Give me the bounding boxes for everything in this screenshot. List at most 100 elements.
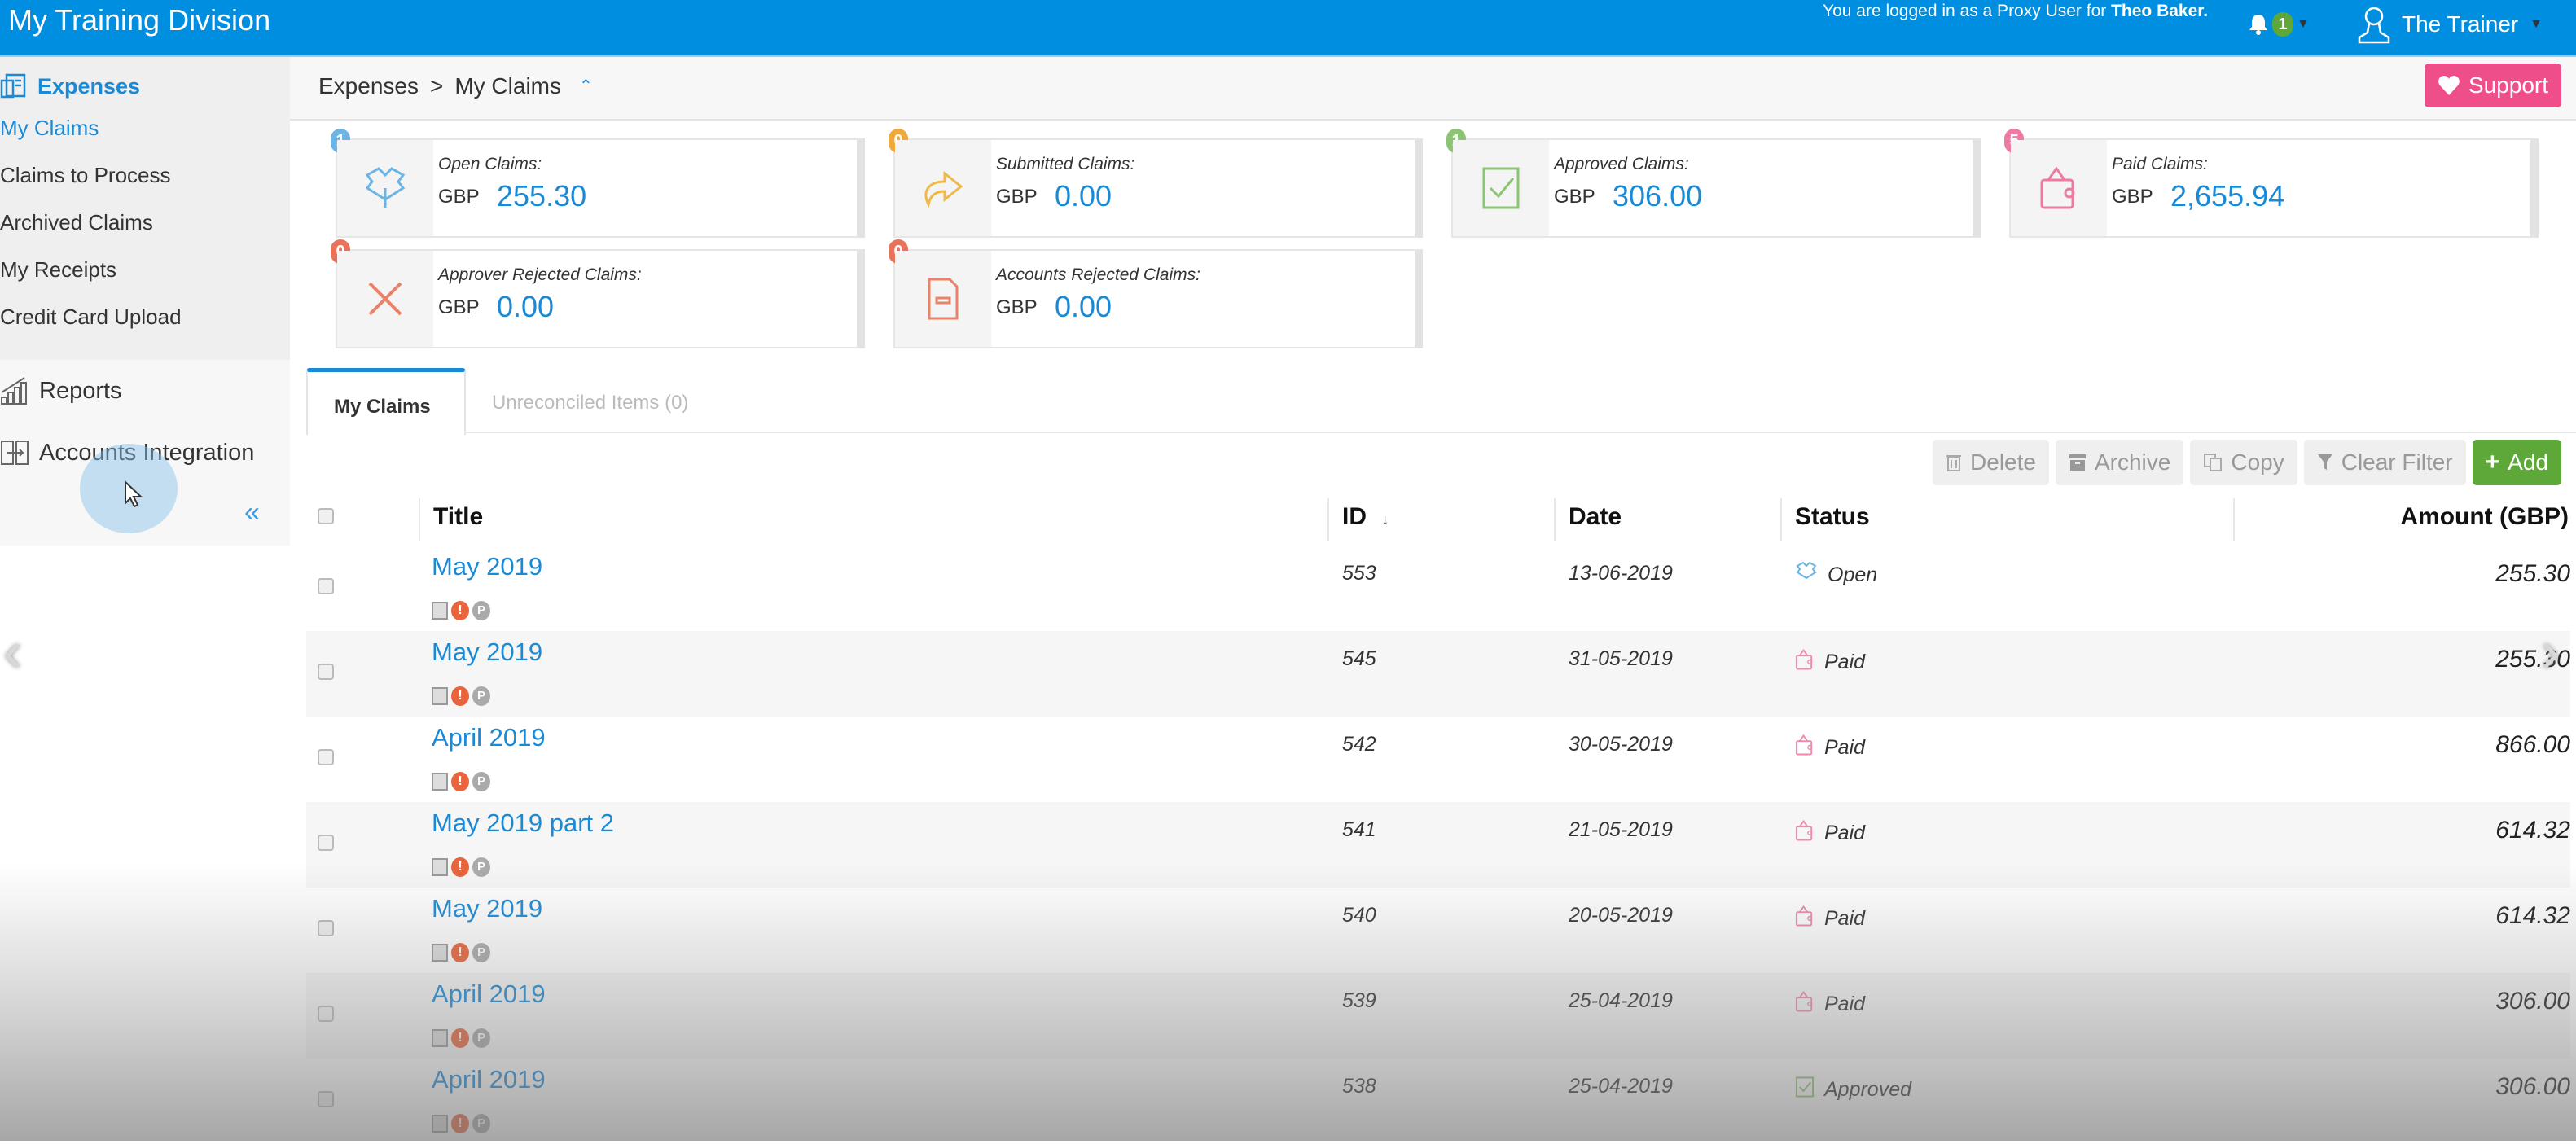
summary-card-paid[interactable]: 5 Paid Claims: GBP 2,655.94 <box>2004 129 2539 238</box>
copy-button[interactable]: Copy <box>2190 440 2297 485</box>
row-icons: ! P <box>432 772 490 791</box>
proxy-user-notice: You are logged in as a Proxy User for Th… <box>1823 2 2208 21</box>
status-label: Open <box>1828 563 1878 586</box>
card-currency: GBP <box>996 186 1038 208</box>
sidebar-item-credit-card-upload[interactable]: Credit Card Upload <box>0 293 290 340</box>
claim-title-link[interactable]: May 2019 <box>432 638 542 667</box>
policy-p-icon: P <box>472 1028 490 1048</box>
summary-card-accounts-rejected[interactable]: 0 Accounts Rejected Claims: GBP 0.00 <box>889 239 1423 348</box>
row-icons: ! P <box>432 943 490 962</box>
sidebar-item-reports[interactable]: Reports <box>0 360 290 422</box>
summary-card-submitted[interactable]: 0 Submitted Claims: GBP 0.00 <box>889 129 1423 238</box>
claim-title-link[interactable]: May 2019 <box>432 552 542 581</box>
sidebar-section-expenses[interactable]: Expenses <box>0 68 290 104</box>
claim-date: 20-05-2019 <box>1569 904 1673 927</box>
claim-id: 540 <box>1342 904 1376 927</box>
table-row[interactable]: May 2019 part 2 ! P 541 21-05-2019 Paid … <box>306 802 2570 888</box>
clear-filter-button[interactable]: Clear Filter <box>2303 440 2466 485</box>
tab-unreconciled-items[interactable]: Unreconciled Items (0) <box>466 368 714 433</box>
card-value: 0.00 <box>1055 179 1112 213</box>
wallet-icon <box>1795 647 1815 677</box>
table-row[interactable]: April 2019 ! P 542 30-05-2019 Paid 866.0… <box>306 717 2570 802</box>
claim-title-link[interactable]: May 2019 part 2 <box>432 809 614 838</box>
row-checkbox[interactable] <box>318 1091 334 1107</box>
row-checkbox[interactable] <box>318 835 334 851</box>
row-checkbox[interactable] <box>318 578 334 594</box>
card-label: Open Claims: <box>438 155 542 173</box>
column-status[interactable]: Status <box>1780 498 1870 541</box>
tab-my-claims[interactable]: My Claims <box>306 368 466 435</box>
claim-amount: 866.00 <box>2495 731 2570 758</box>
trash-icon <box>1946 455 1962 471</box>
archive-button[interactable]: Archive <box>2055 440 2184 485</box>
claim-amount: 306.00 <box>2495 1073 2570 1100</box>
claim-title-link[interactable]: May 2019 <box>432 894 542 923</box>
summary-card-approved[interactable]: 1 Approved Claims: GBP 306.00 <box>1446 129 1981 238</box>
chevron-double-up-icon[interactable]: ⌃ <box>579 73 593 99</box>
notifications-button[interactable]: 1 ▼ <box>2248 8 2313 41</box>
card-label: Accounts Rejected Claims: <box>996 265 1200 284</box>
wallet-icon <box>1795 904 1815 934</box>
table-toolbar: Delete Archive Copy Clear Filter + Add <box>1933 440 2561 485</box>
approved-check-icon <box>1795 1075 1815 1105</box>
table-row[interactable]: April 2019 ! P 539 25-04-2019 Paid 306.0… <box>306 973 2570 1059</box>
rejected-doc-icon <box>895 251 991 347</box>
next-arrow-icon[interactable]: › <box>2541 619 2560 684</box>
row-checkbox[interactable] <box>318 920 334 936</box>
user-menu[interactable]: The Trainer ▼ <box>2358 5 2543 44</box>
claim-title-link[interactable]: April 2019 <box>432 980 546 1009</box>
wallet-icon <box>1795 989 1815 1019</box>
support-label: Support <box>2468 72 2548 98</box>
summary-card-approver-rejected[interactable]: 0 Approver Rejected Claims: GBP 0.00 <box>331 239 865 348</box>
claim-status: Open <box>1795 561 1878 589</box>
sidebar-item-my-claims[interactable]: My Claims <box>0 104 290 151</box>
row-checkbox[interactable] <box>318 664 334 680</box>
sidebar-item-my-receipts[interactable]: My Receipts <box>0 246 290 293</box>
table-row[interactable]: April 2019 ! P 538 25-04-2019 Approved 3… <box>306 1059 2570 1144</box>
row-checkbox[interactable] <box>318 749 334 765</box>
breadcrumb-root[interactable]: Expenses <box>318 73 419 99</box>
breadcrumb-bar: Expenses > My Claims ⌃ Support <box>290 57 2576 121</box>
card-label: Approved Claims: <box>1554 155 1689 173</box>
add-button[interactable]: + Add <box>2472 440 2561 485</box>
row-checkbox[interactable] <box>318 1006 334 1022</box>
card-currency: GBP <box>438 186 480 208</box>
sidebar-item-archived-claims[interactable]: Archived Claims <box>0 199 290 246</box>
claim-title-link[interactable]: April 2019 <box>432 723 546 752</box>
collapse-sidebar-icon[interactable]: « <box>244 497 260 528</box>
previous-arrow-icon[interactable]: ‹ <box>3 619 22 684</box>
claim-status: Approved <box>1795 1075 1911 1105</box>
warning-icon: ! <box>451 1114 469 1133</box>
warning-icon: ! <box>451 857 469 877</box>
column-date[interactable]: Date <box>1554 498 1622 541</box>
delete-button[interactable]: Delete <box>1933 440 2049 485</box>
integration-icon <box>1 441 29 465</box>
table-row[interactable]: May 2019 ! P 553 13-06-2019 Open 255.30 <box>306 546 2570 631</box>
proxy-prefix: You are logged in as a Proxy User for <box>1823 2 2112 20</box>
policy-p-icon: P <box>472 686 490 706</box>
sidebar-item-claims-to-process[interactable]: Claims to Process <box>0 151 290 199</box>
summary-card-open[interactable]: 1 Open Claims: GBP 255.30 <box>331 129 865 238</box>
status-label: Paid <box>1824 822 1866 844</box>
tab-bar: My Claims Unreconciled Items (0) <box>306 368 2576 435</box>
claim-status: Paid <box>1795 647 1865 677</box>
copy-icon <box>2204 454 2223 471</box>
card-currency: GBP <box>996 296 1038 318</box>
claim-date: 31-05-2019 <box>1569 647 1673 670</box>
claim-date: 13-06-2019 <box>1569 562 1673 585</box>
policy-p-icon: P <box>472 943 490 962</box>
wallet-icon <box>1795 818 1815 848</box>
claim-title-link[interactable]: April 2019 <box>432 1065 546 1094</box>
select-all-checkbox[interactable] <box>318 508 334 524</box>
card-label: Paid Claims: <box>2112 155 2208 173</box>
archive-label: Archive <box>2094 449 2171 475</box>
card-currency: GBP <box>1554 186 1595 208</box>
column-amount[interactable]: Amount (GBP) <box>2233 498 2569 541</box>
table-row[interactable]: May 2019 ! P 545 31-05-2019 Paid 255.30 <box>306 631 2570 717</box>
column-title[interactable]: Title <box>419 498 483 541</box>
app-title: My Training Division <box>8 3 271 37</box>
table-row[interactable]: May 2019 ! P 540 20-05-2019 Paid 614.32 <box>306 888 2570 973</box>
column-id[interactable]: ID ↓ <box>1327 498 1389 541</box>
support-button[interactable]: Support <box>2424 64 2561 107</box>
claim-amount: 614.32 <box>2495 817 2570 844</box>
